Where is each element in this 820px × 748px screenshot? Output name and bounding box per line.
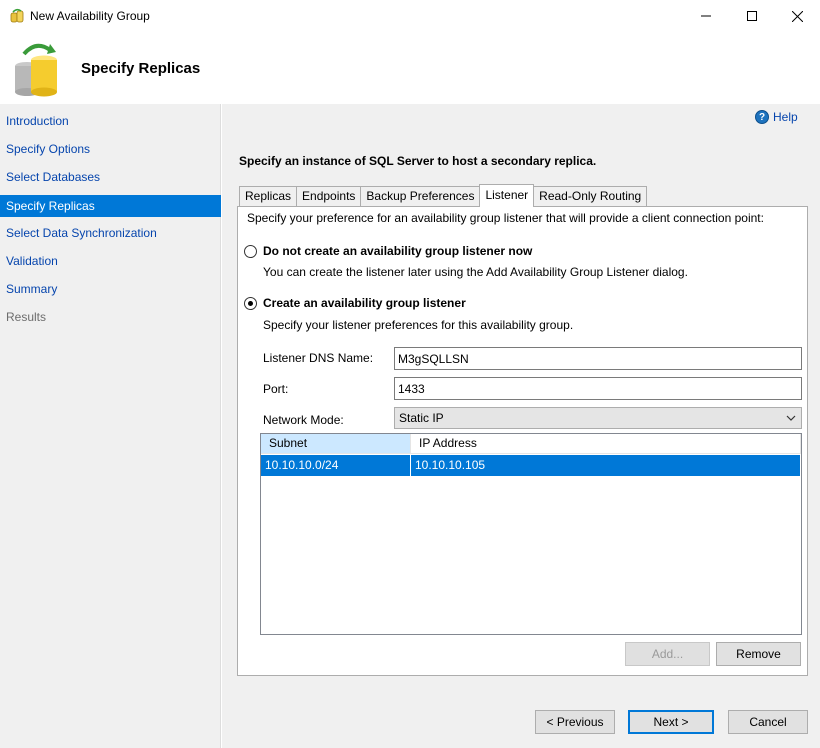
port-label: Port: xyxy=(263,382,289,396)
sidebar-item-specify-replicas[interactable]: Specify Replicas xyxy=(0,195,221,217)
table-row[interactable]: 10.10.10.0/24 10.10.10.105 xyxy=(261,455,801,476)
tab-strip: Replicas Endpoints Backup Preferences Li… xyxy=(239,184,648,207)
column-header-ip-address[interactable]: IP Address xyxy=(411,434,801,454)
sidebar-item-select-databases[interactable]: Select Databases xyxy=(0,166,221,188)
page-title: Specify Replicas xyxy=(81,60,201,77)
column-header-subnet[interactable]: Subnet xyxy=(261,434,411,454)
tab-replicas[interactable]: Replicas xyxy=(239,186,298,207)
wizard-steps-sidebar: Introduction Specify Options Select Data… xyxy=(0,104,221,748)
dns-name-input[interactable] xyxy=(394,347,802,370)
sidebar-item-select-data-synchronization[interactable]: Select Data Synchronization xyxy=(0,222,221,244)
subnet-ip-grid[interactable]: Subnet IP Address 10.10.10.0/24 10.10.10… xyxy=(260,433,802,635)
cancel-button[interactable]: Cancel xyxy=(728,710,808,734)
minimize-button[interactable] xyxy=(683,0,729,32)
remove-button[interactable]: Remove xyxy=(716,642,801,666)
create-listener-label: Create an availability group listener xyxy=(263,296,466,310)
help-label: Help xyxy=(773,110,798,124)
close-icon xyxy=(791,10,803,22)
create-listener-subtext: Specify your listener preferences for th… xyxy=(263,318,574,332)
window-title: New Availability Group xyxy=(30,9,150,23)
wizard-header: Specify Replicas xyxy=(0,32,820,104)
sidebar-item-validation[interactable]: Validation xyxy=(0,250,221,272)
previous-button[interactable]: < Previous xyxy=(535,710,615,734)
sidebar-item-summary[interactable]: Summary xyxy=(0,278,221,300)
network-mode-select[interactable]: Static IP xyxy=(394,407,802,429)
help-icon: ? xyxy=(755,110,769,124)
no-listener-option[interactable]: Do not create an availability group list… xyxy=(244,244,532,258)
close-button[interactable] xyxy=(774,0,820,32)
title-bar: New Availability Group xyxy=(0,0,820,32)
help-link[interactable]: ? Help xyxy=(755,110,798,124)
sidebar-item-introduction[interactable]: Introduction xyxy=(0,110,221,132)
dns-name-label: Listener DNS Name: xyxy=(263,351,374,365)
listener-panel: Specify your preference for an availabil… xyxy=(237,206,808,676)
chevron-down-icon xyxy=(786,408,796,436)
tab-read-only-routing[interactable]: Read-Only Routing xyxy=(533,186,648,207)
maximize-button[interactable] xyxy=(729,0,775,32)
app-icon xyxy=(10,8,24,23)
minimize-icon xyxy=(701,15,711,17)
tab-listener[interactable]: Listener xyxy=(479,184,535,207)
sidebar-item-results: Results xyxy=(6,310,47,324)
create-listener-radio[interactable] xyxy=(244,296,257,310)
tab-backup-preferences[interactable]: Backup Preferences xyxy=(360,186,481,207)
sidebar-item-specify-options[interactable]: Specify Options xyxy=(0,138,221,160)
tab-endpoints[interactable]: Endpoints xyxy=(296,186,362,207)
listener-description: Specify your preference for an availabil… xyxy=(247,211,764,225)
create-listener-option[interactable]: Create an availability group listener xyxy=(244,296,466,310)
instruction-text: Specify an instance of SQL Server to hos… xyxy=(239,154,597,168)
no-listener-label: Do not create an availability group list… xyxy=(263,244,533,258)
no-listener-subtext: You can create the listener later using … xyxy=(263,265,688,279)
main-content: ? Help Specify an instance of SQL Server… xyxy=(222,104,820,748)
network-mode-value: Static IP xyxy=(399,411,444,425)
database-replicas-icon xyxy=(15,43,57,97)
subnet-cell: 10.10.10.0/24 xyxy=(261,455,411,476)
no-listener-radio[interactable] xyxy=(244,244,257,258)
port-input[interactable] xyxy=(394,377,802,400)
add-button[interactable]: Add... xyxy=(625,642,710,666)
grid-header: Subnet IP Address xyxy=(261,434,801,454)
ip-address-cell: 10.10.10.105 xyxy=(411,455,801,476)
maximize-icon xyxy=(747,11,757,21)
next-button[interactable]: Next > xyxy=(628,710,714,734)
network-mode-label: Network Mode: xyxy=(263,413,344,427)
